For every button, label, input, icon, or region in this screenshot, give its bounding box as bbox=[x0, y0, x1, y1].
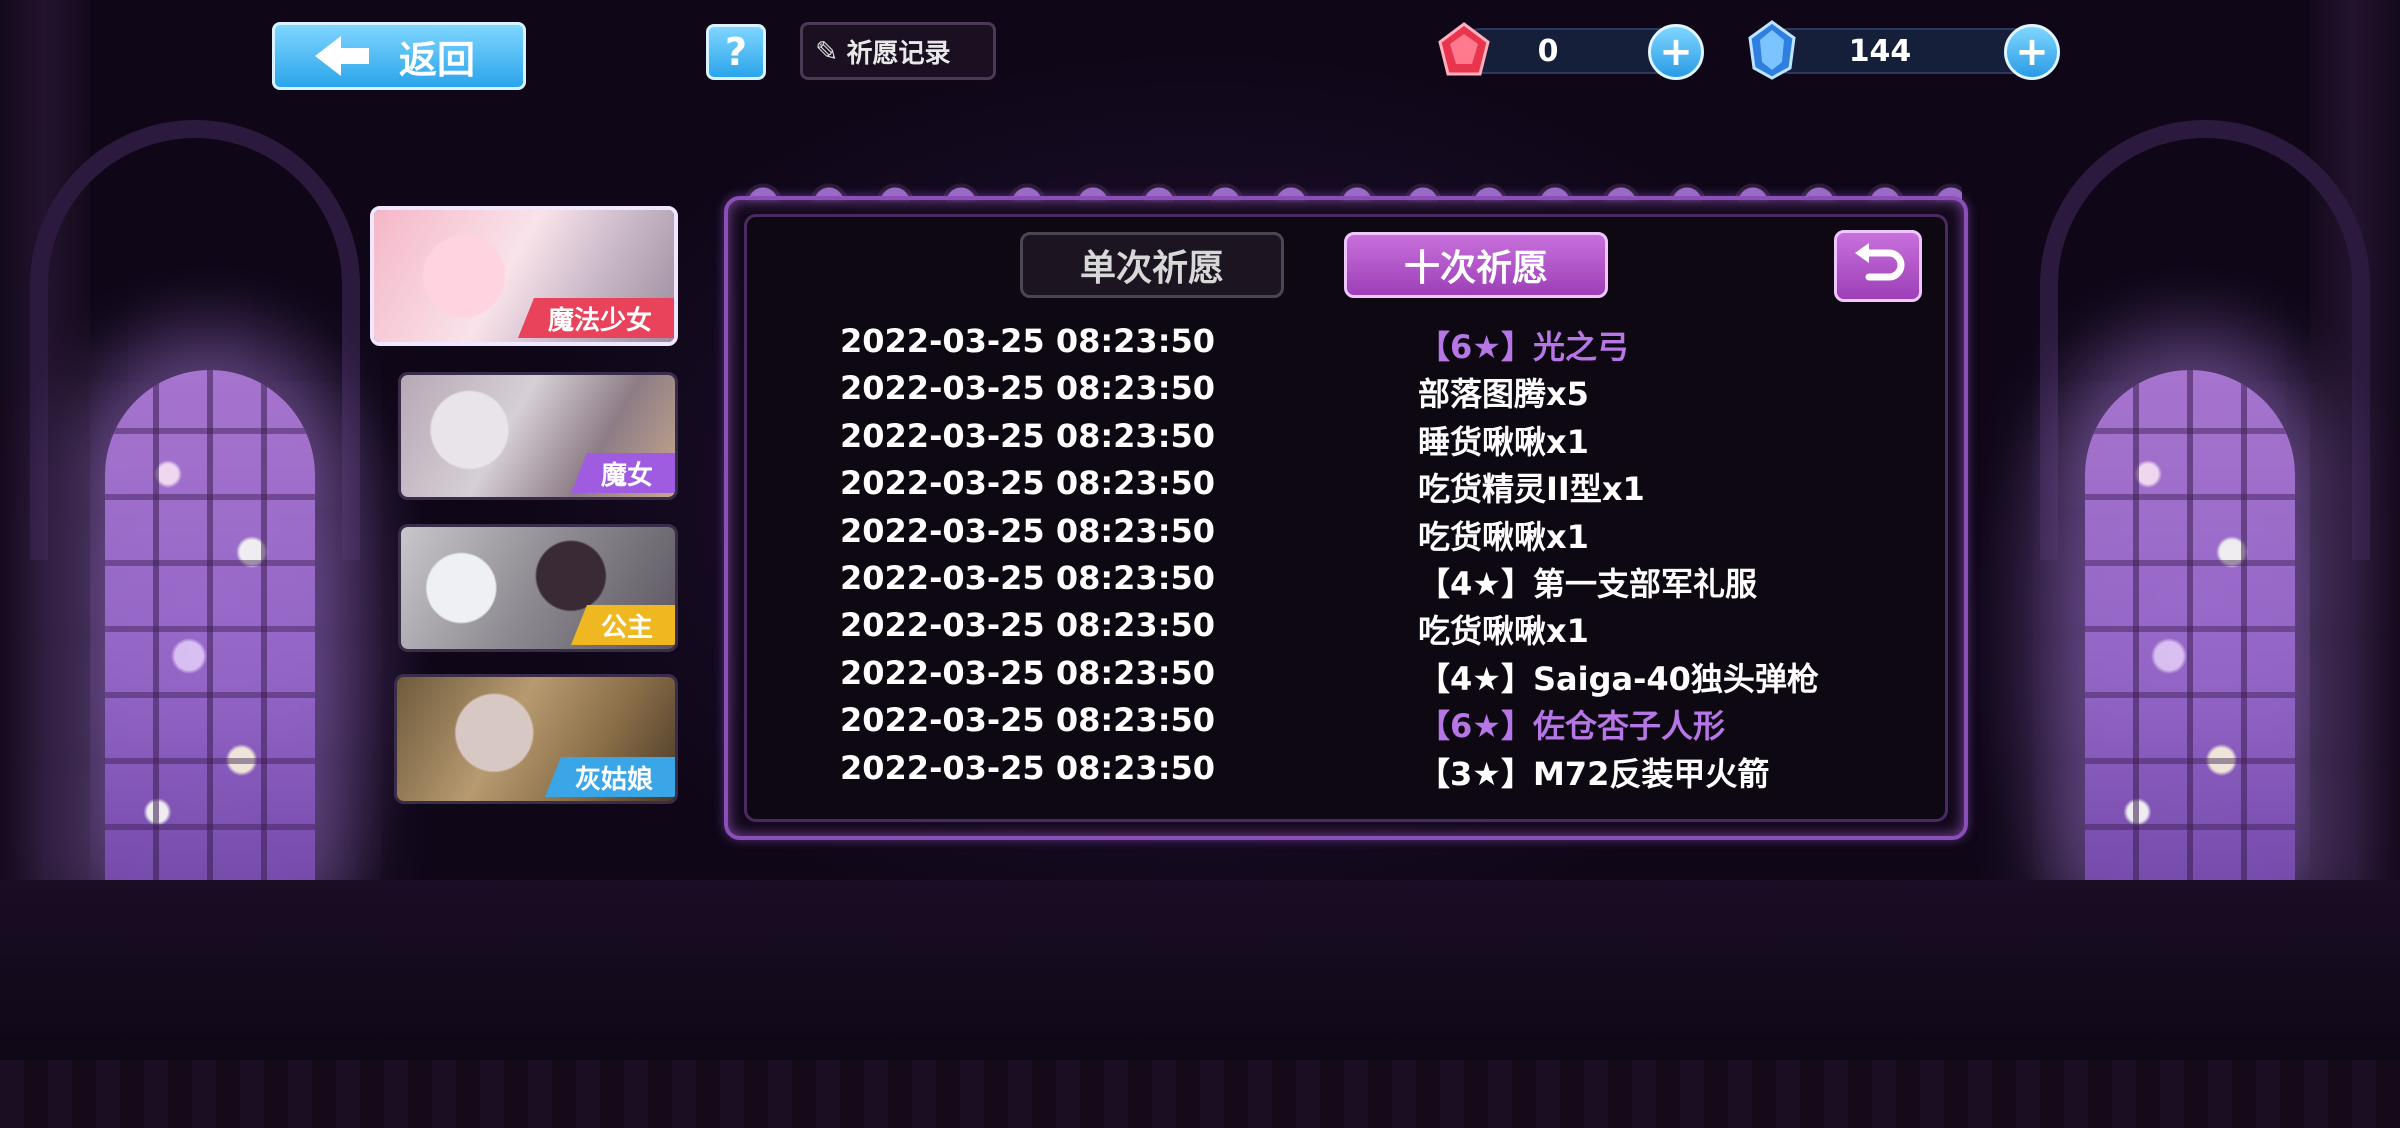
record-row: 2022-03-25 08:23:50 部落图腾x5 bbox=[0, 369, 2400, 416]
record-time: 2022-03-25 08:23:50 bbox=[840, 559, 1216, 597]
back-label: 返回 bbox=[399, 37, 476, 82]
record-time: 2022-03-25 08:23:50 bbox=[840, 416, 1216, 455]
return-button[interactable] bbox=[1834, 230, 1922, 302]
record-item: 【6★】佐仓杏子人形 bbox=[1418, 707, 1725, 746]
record-row: 2022-03-25 08:23:50 吃货啾啾x1 bbox=[0, 606, 2400, 653]
tab-ten-wish[interactable]: 十次祈愿 bbox=[1344, 232, 1608, 298]
return-icon bbox=[1855, 243, 1905, 281]
blue-crystal-counter: 144 + bbox=[1748, 20, 2060, 80]
record-time: 2022-03-25 08:23:50 bbox=[840, 464, 1216, 503]
record-item: 吃货啾啾x1 bbox=[1418, 517, 1589, 556]
record-row: 2022-03-25 08:23:50 【3★】M72反装甲火箭 bbox=[0, 749, 2400, 796]
record-time: 2022-03-25 08:23:50 bbox=[840, 511, 1216, 550]
stairs bbox=[0, 1060, 2400, 1128]
blue-crystal-plus-button[interactable]: + bbox=[2004, 24, 2060, 80]
record-time: 2022-03-25 08:23:50 bbox=[840, 606, 1216, 645]
help-button[interactable]: ? bbox=[706, 24, 766, 80]
record-item: 【4★】Saiga-40独头弹枪 bbox=[1418, 659, 1819, 698]
record-item: 吃货精灵II型x1 bbox=[1418, 470, 1645, 509]
blue-crystal-value: 144 bbox=[1848, 33, 1912, 69]
record-item: 部落图腾x5 bbox=[1418, 375, 1589, 414]
red-gem-plus-button[interactable]: + bbox=[1648, 24, 1704, 80]
record-time: 2022-03-25 08:23:50 bbox=[840, 701, 1216, 740]
record-time: 2022-03-25 08:23:50 bbox=[840, 653, 1216, 692]
record-item: 【3★】M72反装甲火箭 bbox=[1418, 754, 1770, 793]
back-button[interactable]: 返回 bbox=[272, 22, 526, 90]
record-item: 【6★】光之弓 bbox=[1418, 328, 1629, 366]
help-icon: ? bbox=[724, 30, 748, 74]
record-time: 2022-03-25 08:23:50 bbox=[840, 748, 1216, 787]
wish-record-button[interactable]: ✎ 祈愿记录 bbox=[800, 22, 996, 80]
record-row: 2022-03-25 08:23:50 【6★】佐仓杏子人形 bbox=[0, 701, 2400, 748]
record-item: 【4★】第一支部军礼服 bbox=[1418, 565, 1757, 603]
record-row: 2022-03-25 08:23:50 吃货精灵II型x1 bbox=[0, 464, 2400, 511]
record-row: 2022-03-25 08:23:50 睡货啾啾x1 bbox=[0, 417, 2400, 464]
record-row: 2022-03-25 08:23:50 【6★】光之弓 bbox=[0, 322, 2400, 369]
record-time: 2022-03-25 08:23:50 bbox=[840, 369, 1216, 408]
back-arrow-icon bbox=[315, 36, 369, 76]
wish-record-label: 祈愿记录 bbox=[846, 38, 951, 69]
red-gem-value: 0 bbox=[1537, 33, 1559, 69]
record-row: 2022-03-25 08:23:50 吃货啾啾x1 bbox=[0, 512, 2400, 559]
record-book-icon: ✎ bbox=[815, 34, 839, 68]
record-time: 2022-03-25 08:23:50 bbox=[840, 322, 1216, 360]
record-row: 2022-03-25 08:23:50 【4★】第一支部军礼服 bbox=[0, 559, 2400, 606]
record-item: 吃货啾啾x1 bbox=[1418, 612, 1589, 651]
tab-single-wish[interactable]: 单次祈愿 bbox=[1020, 232, 1284, 298]
record-item: 睡货啾啾x1 bbox=[1418, 422, 1589, 461]
record-row: 2022-03-25 08:23:50 【4★】Saiga-40独头弹枪 bbox=[0, 654, 2400, 701]
red-gem-counter: 0 + bbox=[1438, 22, 1704, 80]
